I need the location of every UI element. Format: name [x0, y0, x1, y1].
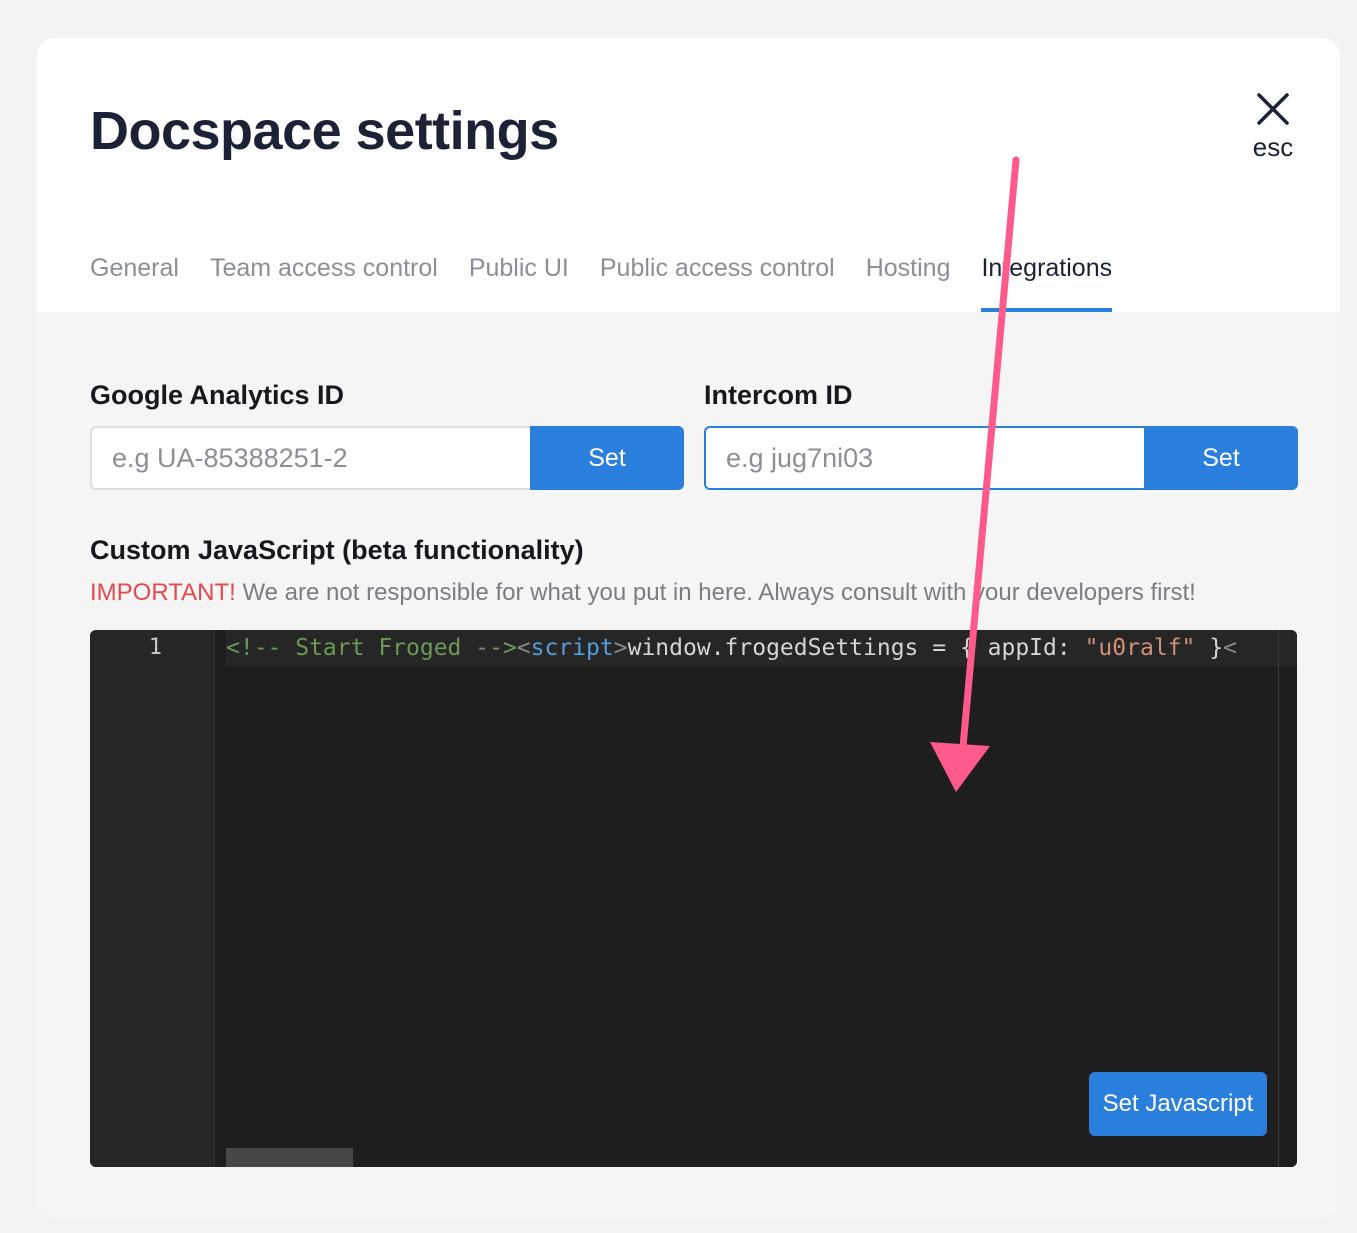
google-analytics-set-button[interactable]: Set — [530, 426, 684, 490]
intercom-input[interactable] — [704, 426, 1144, 490]
settings-tabs: General Team access control Public UI Pu… — [90, 244, 1112, 312]
custom-js-warning: IMPORTANT! We are not responsible for wh… — [90, 579, 1196, 607]
page-title: Docspace settings — [90, 101, 559, 161]
tab-team-access-control[interactable]: Team access control — [210, 244, 438, 312]
tab-public-access-control[interactable]: Public access control — [600, 244, 835, 312]
code-token: window.frogedSettings = { appId: — [627, 635, 1085, 661]
code-token: } — [1195, 635, 1224, 661]
modal-header: Docspace settings esc General Team acces… — [37, 38, 1340, 312]
close-icon[interactable] — [1256, 92, 1290, 126]
tab-hosting[interactable]: Hosting — [866, 244, 951, 312]
code-token: > — [613, 635, 628, 661]
google-analytics-input[interactable] — [90, 426, 530, 490]
warning-text: We are not responsible for what you put … — [235, 579, 1196, 606]
custom-js-title: Custom JavaScript (beta functionality) — [90, 535, 584, 565]
tab-public-ui[interactable]: Public UI — [469, 244, 569, 312]
code-token: script — [530, 635, 614, 661]
code-token: "u0ralf" — [1084, 635, 1196, 661]
vertical-scrollbar[interactable] — [1278, 630, 1279, 1167]
google-analytics-label: Google Analytics ID — [90, 380, 345, 410]
line-number: 1 — [148, 635, 162, 660]
tab-integrations[interactable]: Integrations — [981, 244, 1112, 312]
code-token: <!-- Start Froged --> — [226, 635, 517, 661]
code-token: < — [516, 635, 531, 661]
intercom-set-button[interactable]: Set — [1144, 426, 1298, 490]
set-javascript-button[interactable]: Set Javascript — [1089, 1072, 1267, 1136]
editor-gutter: 1 — [90, 630, 215, 1167]
code-token: < — [1223, 635, 1237, 661]
code-editor[interactable]: 1 <!-- Start Froged --><script>window.fr… — [90, 630, 1297, 1167]
horizontal-scrollbar-thumb[interactable] — [226, 1148, 353, 1167]
intercom-label: Intercom ID — [704, 380, 853, 410]
google-analytics-group: Set — [90, 426, 684, 490]
settings-modal: Docspace settings esc General Team acces… — [37, 38, 1340, 1218]
intercom-group: Set — [704, 426, 1298, 490]
code-line[interactable]: <!-- Start Froged --><script>window.frog… — [226, 633, 1297, 663]
important-label: IMPORTANT! — [90, 579, 236, 606]
close-button[interactable]: esc — [1237, 92, 1309, 182]
close-label[interactable]: esc — [1237, 132, 1309, 163]
tab-general[interactable]: General — [90, 244, 179, 312]
